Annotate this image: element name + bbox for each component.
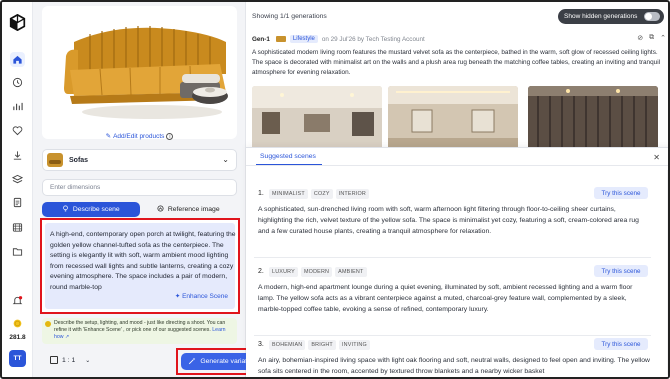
film-icon[interactable] [10, 220, 25, 235]
history-icon[interactable] [10, 75, 25, 90]
scene-description: A sophisticated, sun-drenched living roo… [258, 206, 639, 236]
scene-hint: Describe the setup, lighting, and mood -… [42, 318, 237, 344]
favorites-icon[interactable] [10, 123, 25, 138]
folder-icon[interactable] [10, 244, 25, 259]
scene-tag: MODERN [300, 267, 333, 277]
scene-tag: BRIGHT [308, 340, 336, 350]
generated-image-2[interactable] [388, 86, 518, 156]
scene-tag: LUXURY [269, 267, 298, 277]
try-scene-button[interactable]: Try this scene [594, 338, 648, 350]
add-edit-label: Add/Edit products [113, 133, 165, 140]
sparkle-icon: ✦ [174, 293, 181, 300]
scene-tag: INVITING [338, 340, 370, 350]
scene-textarea[interactable]: A high-end, contemporary open porch at t… [45, 223, 236, 309]
chevron-down-icon: ⌄ [222, 155, 229, 164]
scene-panel: ✎ Add/Edit products i Sofas ⌄ Enter dimens… [33, 2, 272, 377]
scene-number: 3. [258, 341, 264, 348]
toggle-switch[interactable] [644, 12, 660, 21]
suggested-scenes-panel: Suggested scenes ✕ 1. MINIMALIST COZY IN… [246, 147, 668, 377]
scene-mode-tabs: Describe scene Reference image [42, 202, 237, 217]
generation-count: Showing 1/1 generations [252, 13, 327, 20]
suggested-scenes-list: 1. MINIMALIST COZY INTERIOR Try this sce… [246, 170, 668, 377]
document-icon[interactable] [10, 195, 25, 210]
generation-label: Gen-1 [252, 35, 270, 43]
divider [246, 165, 668, 166]
generation-meta: on 29 Jul'26 by Tech Testing Account [321, 35, 425, 43]
style-chip: Lifestyle [289, 35, 318, 43]
scene-description: A modern, high-end apartment lounge duri… [258, 284, 633, 314]
aspect-ratio-value: 1 : 1 [62, 356, 76, 364]
hint-text: Describe the setup, lighting, and mood -… [54, 320, 226, 334]
try-scene-button[interactable]: Try this scene [594, 265, 648, 277]
tab-describe-scene[interactable]: Describe scene [42, 202, 140, 217]
divider [254, 335, 651, 336]
image-icon [157, 205, 164, 214]
generated-image-1[interactable] [252, 86, 382, 156]
generation-images [252, 86, 666, 156]
try-scene-button[interactable]: Try this scene [594, 187, 648, 199]
tab-describe-label: Describe scene [72, 206, 120, 213]
close-icon[interactable]: ✕ [653, 153, 660, 162]
home-icon[interactable] [10, 52, 25, 67]
notification-icon[interactable] [10, 293, 25, 308]
aspect-ratio-select[interactable]: 1 : 1 ⌄ [50, 356, 90, 364]
analytics-icon[interactable] [10, 99, 25, 114]
tab-reference-image[interactable]: Reference image [140, 202, 238, 217]
scene-tag: BOHEMIAN [269, 340, 306, 350]
product-thumbnail [47, 153, 63, 167]
download-icon[interactable] [10, 148, 25, 163]
enhance-scene-button[interactable]: ✦ Enhance Scene [175, 292, 228, 300]
lightbulb-icon [62, 205, 69, 214]
magic-wand-icon [188, 357, 196, 367]
scene-number: 1. [258, 190, 264, 197]
product-dropdown[interactable]: Sofas ⌄ [42, 149, 237, 171]
product-mini-thumbnail [275, 36, 286, 42]
hide-icon[interactable]: ⊘ [637, 34, 643, 42]
square-ratio-icon [50, 356, 58, 364]
scene-description-box: A high-end, contemporary open porch at t… [40, 218, 240, 314]
sofa-image [64, 26, 228, 119]
scene-tag: INTERIOR [335, 189, 369, 199]
scene-text: A high-end, contemporary open porch at t… [50, 231, 236, 291]
divider [254, 257, 651, 258]
add-edit-products-link[interactable]: ✎ Add/Edit products i [42, 132, 237, 140]
scene-description: An airy, bohemian-inspired living space … [258, 357, 650, 376]
scene-tag: MINIMALIST [269, 189, 308, 199]
suggested-scenes-title[interactable]: Suggested scenes [260, 153, 316, 160]
show-hidden-toggle[interactable]: Show hidden generations [558, 9, 664, 24]
info-icon[interactable]: i [166, 133, 174, 140]
generation-actions: ⊘ ⧉ ⌃ [637, 34, 666, 42]
scene-tags: MINIMALIST COZY INTERIOR [269, 189, 369, 199]
credits-count: 281.8 [9, 334, 26, 341]
enhance-label: Enhance Scene [182, 293, 228, 300]
generated-image-3[interactable] [528, 86, 658, 156]
app-logo-icon[interactable] [9, 13, 26, 32]
scene-tags: LUXURY MODERN AMBIENT [269, 267, 367, 277]
chevron-down-icon: ⌄ [85, 357, 91, 364]
copy-icon[interactable]: ⧉ [649, 34, 654, 42]
scene-tag: AMBIENT [335, 267, 367, 277]
generation-description: A sophisticated modern living room featu… [252, 49, 661, 76]
product-name: Sofas [69, 156, 89, 164]
edit-icon: ✎ [105, 133, 112, 140]
scene-tag: COZY [310, 189, 333, 199]
dimensions-input[interactable]: Enter dimensions [42, 179, 237, 196]
coin-icon [10, 316, 25, 331]
product-preview: ✎ Add/Edit products i [42, 6, 237, 140]
app-window: 281.8 TT ✎ Add/Edit products i Sofas ⌄ E… [0, 0, 670, 379]
tab-reference-label: Reference image [167, 206, 220, 213]
scene-tags: BOHEMIAN BRIGHT INVITING [269, 340, 370, 350]
chevron-up-icon[interactable]: ⌃ [660, 34, 666, 42]
left-rail: 281.8 TT [2, 2, 33, 377]
scene-number: 2. [258, 268, 264, 275]
avatar[interactable]: TT [9, 350, 26, 367]
layers-icon[interactable] [10, 172, 25, 187]
generation-header: Gen-1 Lifestyle on 29 Jul'26 by Tech Tes… [252, 32, 666, 46]
lightbulb-hint-icon [45, 321, 51, 327]
generations-area: Showing 1/1 generations Show hidden gene… [246, 2, 668, 377]
toggle-label: Show hidden generations [564, 13, 638, 20]
